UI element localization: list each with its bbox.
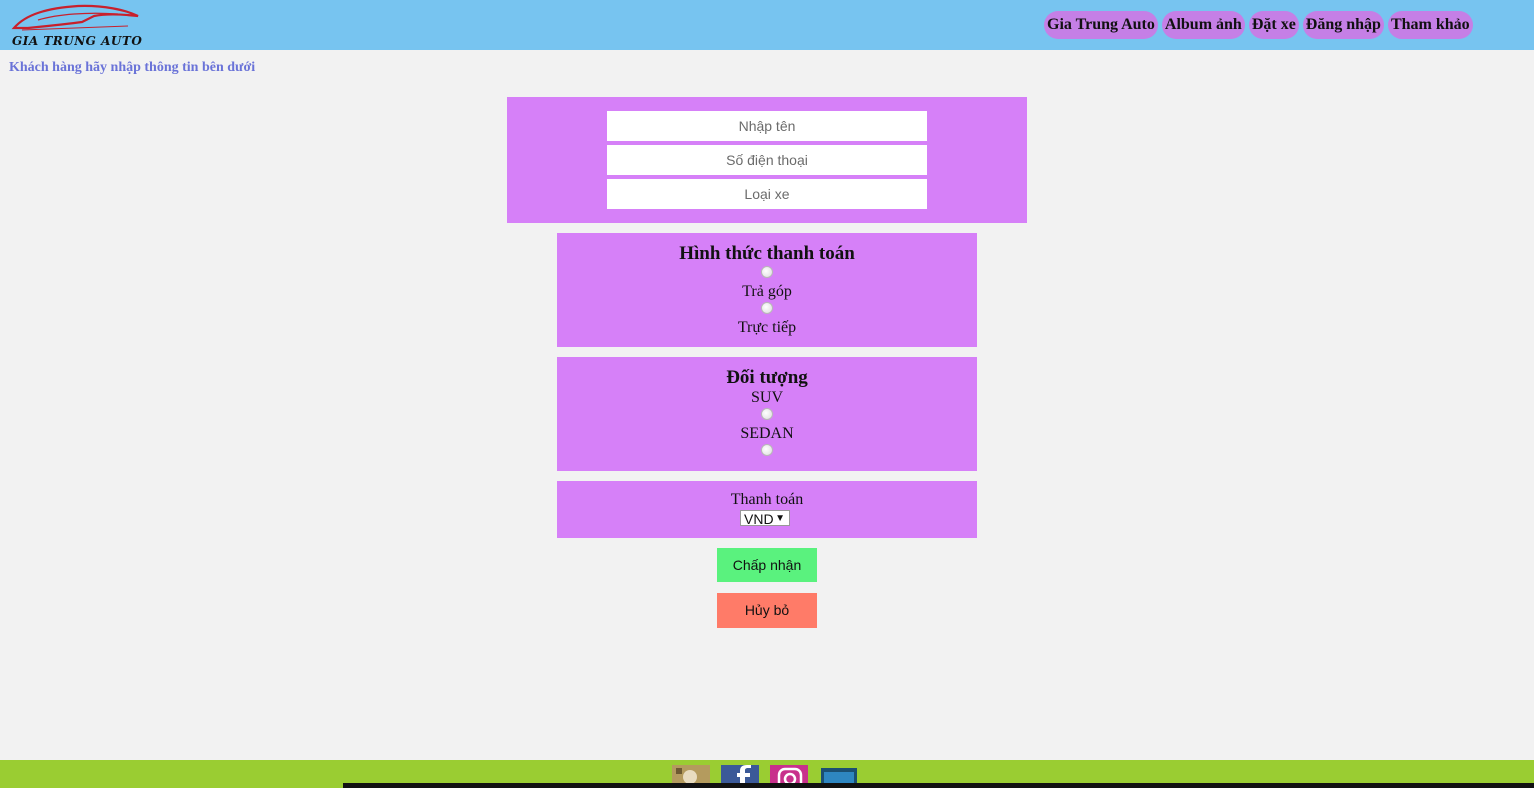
cancel-button[interactable]: Hủy bỏ	[717, 593, 817, 628]
site-header: GIA TRUNG AUTO Gia Trung Auto Album ảnh …	[0, 0, 1534, 50]
payment-method-panel: Hình thức thanh toán Trả góp Trực tiếp	[557, 233, 977, 347]
nav-item-album[interactable]: Album ảnh	[1161, 11, 1245, 39]
site-logo[interactable]: GIA TRUNG AUTO	[8, 2, 143, 48]
currency-panel: Thanh toán VND ▼	[557, 481, 977, 538]
radio-direct[interactable]	[761, 302, 773, 314]
customer-info-panel	[507, 97, 1027, 223]
label-suv: SUV	[750, 389, 783, 406]
nav-item-reference[interactable]: Tham khảo	[1387, 11, 1473, 39]
logo-text: GIA TRUNG AUTO	[12, 34, 143, 48]
radio-sedan[interactable]	[761, 444, 773, 456]
nav-item-home[interactable]: Gia Trung Auto	[1044, 11, 1158, 39]
car-type-input[interactable]	[607, 179, 927, 209]
car-logo-icon	[11, 4, 139, 31]
vehicle-type-title: Đối tượng	[726, 367, 808, 388]
currency-label: Thanh toán	[730, 491, 804, 508]
label-installment: Trả góp	[742, 283, 792, 300]
radio-suv[interactable]	[761, 408, 773, 420]
phone-input[interactable]	[607, 145, 927, 175]
label-sedan: SEDAN	[740, 425, 794, 442]
currency-select[interactable]: VND ▼	[740, 510, 790, 527]
name-input[interactable]	[607, 111, 927, 141]
radio-installment[interactable]	[761, 266, 773, 278]
currency-selected-value: VND	[744, 511, 774, 527]
main-nav: Gia Trung Auto Album ảnh Đặt xe Đăng nhậ…	[1044, 11, 1473, 39]
nav-item-login[interactable]: Đăng nhập	[1302, 11, 1384, 39]
payment-method-title: Hình thức thanh toán	[679, 243, 855, 264]
intro-text: Khách hàng hãy nhập thông tin bên dưới	[9, 60, 256, 75]
accept-button[interactable]: Chấp nhận	[717, 548, 817, 582]
label-direct: Trực tiếp	[737, 319, 797, 336]
footer-divider	[343, 783, 1534, 788]
nav-item-book[interactable]: Đặt xe	[1248, 11, 1299, 39]
vehicle-type-panel: Đối tượng SUV SEDAN	[557, 357, 977, 471]
chevron-down-icon: ▼	[775, 513, 785, 524]
